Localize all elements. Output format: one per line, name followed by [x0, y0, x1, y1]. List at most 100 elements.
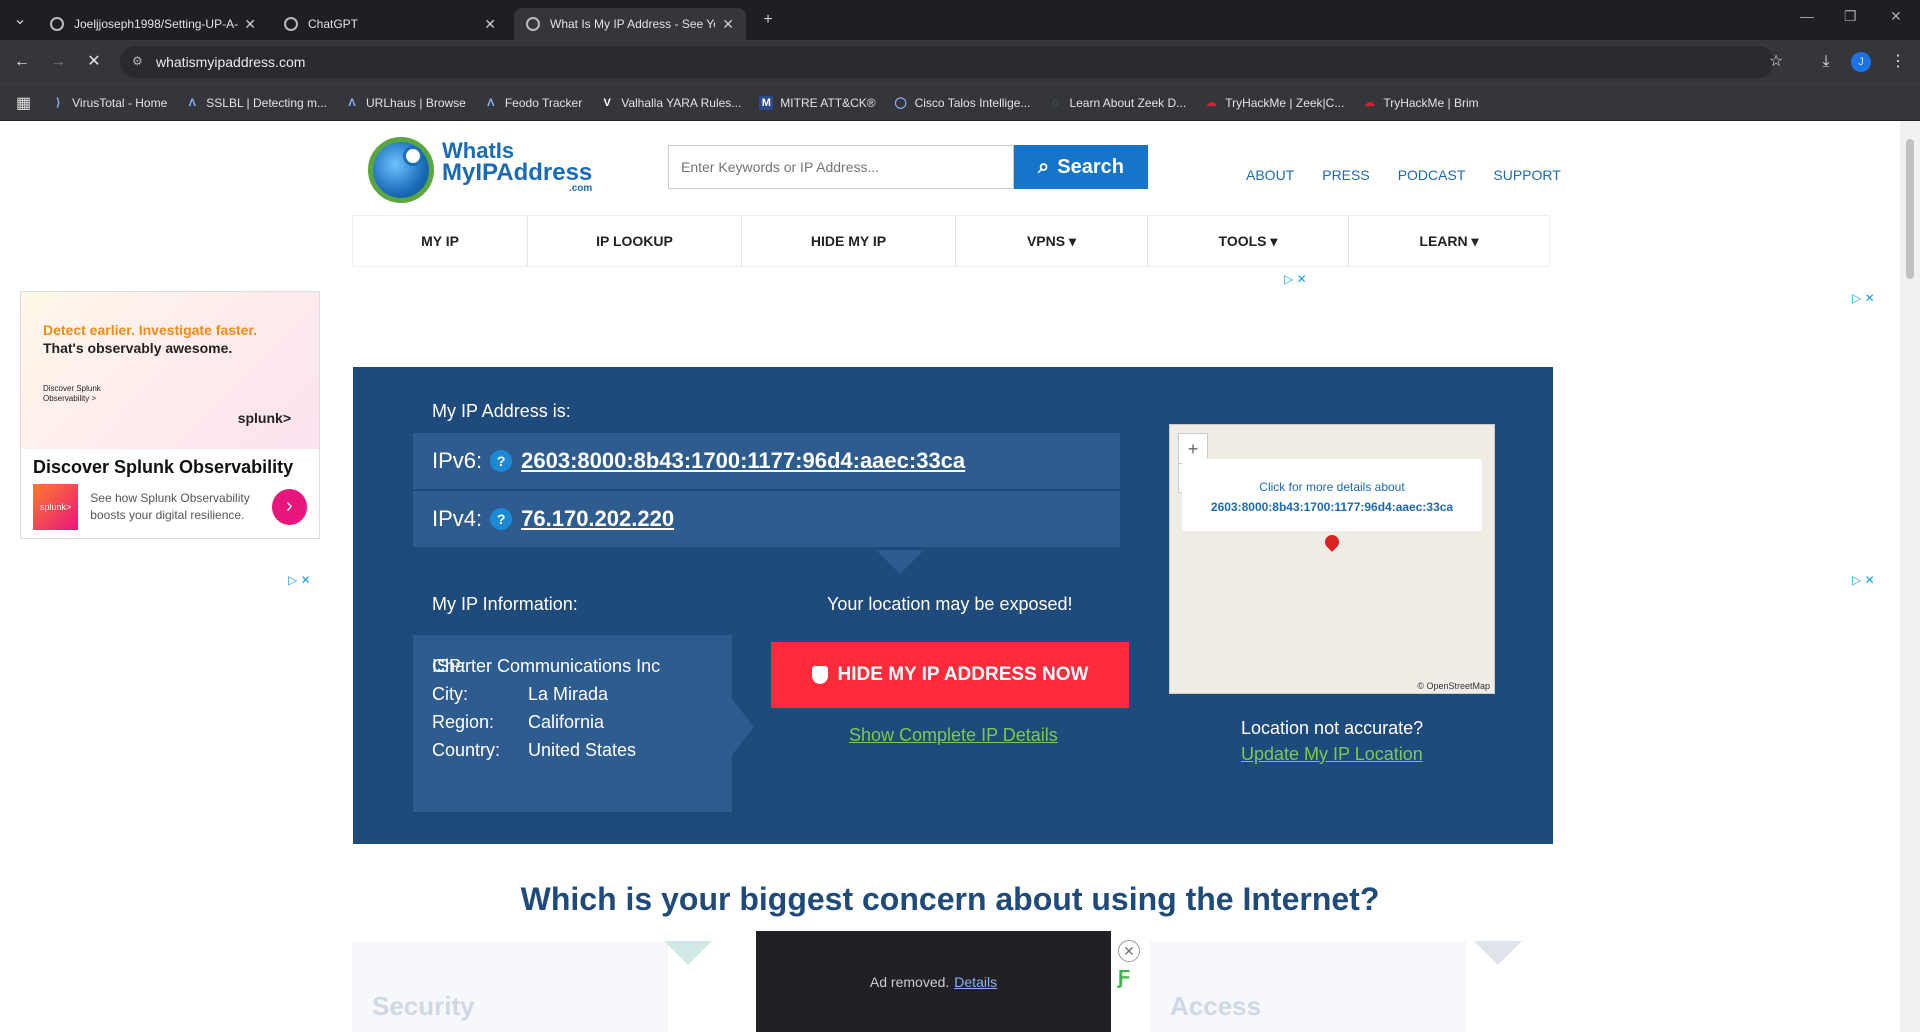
main-nav: MY IP IP LOOKUP HIDE MY IP VPNS ▾ TOOLS …: [352, 215, 1550, 267]
restore-icon[interactable]: ❐: [1844, 8, 1857, 25]
ipv6-value[interactable]: 2603:8000:8b43:1700:1177:96d4:aaec:33ca: [521, 448, 965, 474]
ad-title: Discover Splunk Observability: [33, 457, 294, 477]
bookmark-urlhaus[interactable]: Λ URLhaus | Browse: [345, 96, 466, 110]
scrollbar[interactable]: [1900, 121, 1920, 1032]
tab-strip: ⌄ Joeljjoseph1998/Setting-UP-A- ✕ ChatGP…: [0, 0, 1920, 40]
info-row-country: Country: United States: [432, 740, 637, 760]
concern-card-access[interactable]: Access: [1150, 941, 1522, 1032]
talos-icon: ◯: [894, 96, 907, 109]
map-marker-icon[interactable]: [1322, 532, 1342, 552]
map-popup[interactable]: Click for more details about 2603:8000:8…: [1182, 459, 1482, 531]
info-row-city: City: La Mirada: [432, 684, 609, 704]
nav-my-ip[interactable]: MY IP: [353, 216, 528, 266]
nav-hide-my-ip[interactable]: HIDE MY IP: [742, 216, 956, 266]
web-page: WhatIs MyIPAddress .com ⌕Search ABOUT PR…: [0, 121, 1900, 1032]
bookmark-valhalla[interactable]: V Valhalla YARA Rules...: [600, 96, 742, 110]
tab-chatgpt[interactable]: ChatGPT ✕: [272, 8, 508, 40]
stop-icon[interactable]: ✕: [82, 50, 106, 74]
tab-github[interactable]: Joeljjoseph1998/Setting-UP-A- ✕: [38, 8, 268, 40]
help-icon[interactable]: ?: [490, 508, 513, 530]
exposed-warning: Your location may be exposed!: [827, 594, 1073, 614]
new-tab-icon[interactable]: +: [754, 8, 782, 32]
tryhackme-icon: ☁: [1363, 96, 1375, 109]
ipv6-label: IPv6:: [432, 448, 483, 473]
site-info-icon[interactable]: ⚙: [132, 54, 143, 68]
info-box-pointer: [732, 699, 754, 755]
info-row-region: Region: California: [432, 712, 605, 732]
nav-vpns[interactable]: VPNS ▾: [956, 216, 1148, 266]
bookmark-feodo[interactable]: Λ Feodo Tracker: [484, 96, 582, 110]
ad-details-link[interactable]: Details: [954, 974, 997, 990]
apps-icon[interactable]: ▦: [16, 93, 31, 113]
globe-icon: [368, 137, 434, 203]
github-icon: [50, 17, 64, 31]
adchoices-icon[interactable]: ▷ ✕: [1852, 573, 1875, 587]
bookmarks-bar: ▦ ⟩ VirusTotal - Home Λ SSLBL | Detecting …: [0, 84, 1920, 120]
back-icon[interactable]: ←: [10, 50, 34, 74]
splunk-ad[interactable]: Detect earlier. Investigate faster. That…: [20, 291, 320, 539]
url-text: whatismyipaddress.com: [156, 54, 306, 70]
nav-ip-lookup[interactable]: IP LOOKUP: [528, 216, 742, 266]
bookmark-sslbl[interactable]: Λ SSLBL | Detecting m...: [185, 96, 327, 110]
location-pin-icon: [403, 146, 423, 166]
close-tab-icon[interactable]: ✕: [244, 16, 256, 33]
bookmark-talos[interactable]: ◯ Cisco Talos Intellige...: [894, 96, 1030, 110]
scrollbar-thumb[interactable]: [1906, 139, 1914, 279]
valhalla-icon: V: [603, 96, 611, 109]
search-button[interactable]: ⌕ Search: [1014, 145, 1148, 189]
search-icon: ⌕: [1038, 155, 1050, 178]
ip-heading: My IP Address is:: [432, 401, 571, 421]
close-tab-icon[interactable]: ✕: [722, 16, 734, 33]
help-icon[interactable]: ?: [490, 450, 513, 472]
ad-removed-banner: Ad removed. Details: [756, 931, 1111, 1032]
adchoices-icon[interactable]: ▷ ✕: [1284, 272, 1307, 286]
concern-card-security[interactable]: Security: [352, 941, 712, 1032]
show-details-link[interactable]: Show Complete IP Details: [849, 725, 1058, 746]
ipv6-row: IPv6: ? 2603:8000:8b43:1700:1177:96d4:aa…: [413, 433, 1120, 489]
splunk-logo: splunk>: [237, 410, 291, 426]
bookmark-star-icon[interactable]: ☆: [1764, 50, 1788, 74]
menu-icon[interactable]: ⋮: [1886, 50, 1910, 74]
map-attribution[interactable]: © OpenStreetMap: [1417, 681, 1490, 691]
link-support[interactable]: SUPPORT: [1493, 167, 1560, 183]
bookmark-tryhackme-zeek[interactable]: ☁ TryHackMe | Zeek|C...: [1204, 96, 1345, 110]
bookmark-tryhackme-brim[interactable]: ☁ TryHackMe | Brim: [1362, 96, 1479, 110]
ad-small-text: Discover Splunk Observability >: [43, 384, 101, 403]
adchoices-icon[interactable]: ▷ ✕: [1852, 291, 1875, 305]
location-question: Location not accurate?: [1241, 718, 1424, 738]
tab-search-icon[interactable]: ⌄: [6, 8, 34, 32]
virustotal-icon: ⟩: [55, 96, 61, 109]
link-podcast[interactable]: PODCAST: [1398, 167, 1466, 183]
adchoices-icon[interactable]: ▷ ✕: [288, 573, 311, 587]
abuse-ch-icon: Λ: [487, 96, 495, 109]
site-logo[interactable]: WhatIs MyIPAddress .com: [368, 137, 592, 203]
close-window-icon[interactable]: ✕: [1890, 8, 1902, 25]
close-ad-icon[interactable]: ✕: [1118, 940, 1140, 962]
tab-whatismyip[interactable]: What Is My IP Address - See Yo ✕: [514, 8, 746, 40]
bookmark-zeek[interactable]: ◌ Learn About Zeek D...: [1048, 96, 1186, 110]
location-map[interactable]: + − Click for more details about 2603:80…: [1169, 424, 1495, 694]
address-bar[interactable]: ⚙ whatismyipaddress.com: [120, 46, 1774, 78]
concern-heading: Which is your biggest concern about usin…: [520, 881, 1380, 917]
forward-icon[interactable]: →: [46, 50, 70, 74]
nav-learn[interactable]: LEARN ▾: [1349, 216, 1549, 266]
ad-description: See how Splunk Observability boosts your…: [90, 491, 250, 522]
ad-go-button[interactable]: ›: [271, 489, 307, 525]
update-location-link[interactable]: Update My IP Location: [1241, 744, 1423, 765]
minimize-icon[interactable]: —: [1800, 8, 1814, 24]
ipv4-value[interactable]: 76.170.202.220: [521, 506, 674, 532]
search-input[interactable]: [668, 145, 1014, 189]
browser-chrome: ⌄ Joeljjoseph1998/Setting-UP-A- ✕ ChatGP…: [0, 0, 1920, 121]
link-press[interactable]: PRESS: [1322, 167, 1369, 183]
link-about[interactable]: ABOUT: [1246, 167, 1294, 183]
hide-ip-button[interactable]: HIDE MY IP ADDRESS NOW: [771, 642, 1129, 708]
profile-avatar[interactable]: J: [1851, 52, 1871, 72]
bookmark-virustotal[interactable]: ⟩ VirusTotal - Home: [51, 96, 167, 110]
bookmark-mitre[interactable]: M MITRE ATT&CK®: [759, 95, 876, 110]
ip-panel: My IP Address is: IPv6: ? 2603:8000:8b43…: [353, 367, 1553, 844]
close-tab-icon[interactable]: ✕: [484, 16, 496, 33]
download-icon[interactable]: ⤓: [1814, 50, 1838, 74]
top-links: ABOUT PRESS PODCAST SUPPORT: [1246, 167, 1589, 183]
nav-tools[interactable]: TOOLS ▾: [1148, 216, 1349, 266]
info-heading: My IP Information:: [432, 594, 578, 614]
